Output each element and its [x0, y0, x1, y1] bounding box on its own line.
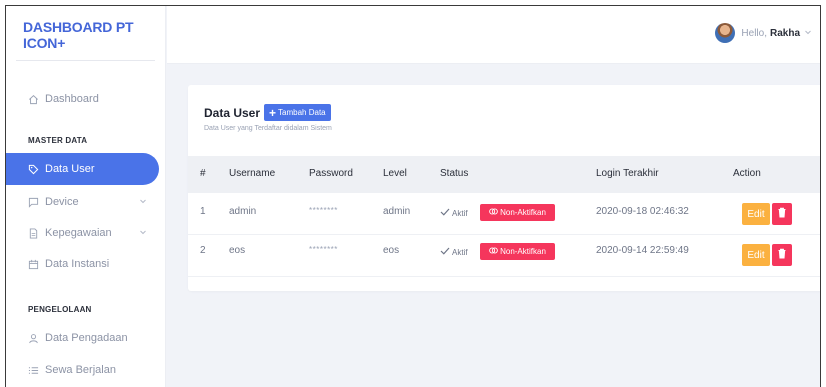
- column-header: Level: [383, 168, 407, 179]
- add-data-button[interactable]: + Tambah Data: [264, 104, 331, 121]
- calendar-icon: [27, 258, 39, 270]
- password-cell: ********: [309, 206, 338, 215]
- sidebar-item-label: Data Pengadaan: [45, 332, 128, 344]
- sidebar-item-sewa-berjalan[interactable]: Sewa Berjalan: [6, 354, 159, 386]
- sidebar-item-kepegawaian[interactable]: Kepegawaian: [6, 217, 159, 249]
- level-cell: eos: [383, 245, 400, 256]
- list-icon: [27, 364, 39, 376]
- card-subtitle: Data User yang Terdaftar didalam Sistem: [204, 125, 332, 132]
- card-title: Data User: [204, 105, 261, 120]
- user-name: Rakha: [769, 27, 800, 39]
- section-heading-master-data: MASTER DATA: [28, 136, 88, 145]
- level-cell: admin: [383, 206, 411, 217]
- check-icon: [440, 208, 450, 218]
- row-number: 2: [200, 245, 206, 256]
- sidebar-item-data-pengadaan[interactable]: Data Pengadaan: [6, 322, 159, 354]
- check-icon: [440, 247, 450, 257]
- plus-icon: +: [269, 105, 277, 120]
- trash-icon: [777, 246, 787, 264]
- status-aktif[interactable]: Aktif: [440, 247, 468, 257]
- app-window: DASHBOARD PT ICON+ Dashboard MASTER DATA…: [5, 5, 821, 387]
- column-header: Username: [229, 168, 276, 179]
- brand-logo-text[interactable]: DASHBOARD PT ICON+: [23, 19, 165, 51]
- column-header: #: [200, 168, 206, 179]
- table-header: [188, 156, 820, 193]
- sidebar: DASHBOARD PT ICON+ Dashboard MASTER DATA…: [6, 6, 166, 387]
- power-icon: [489, 207, 498, 218]
- trash-icon: [777, 205, 787, 223]
- sidebar-item-data-user[interactable]: Data User: [6, 153, 159, 185]
- edit-button[interactable]: Edit: [742, 203, 770, 225]
- login-cell: 2020-09-18 02:46:32: [596, 206, 689, 217]
- divider: [16, 60, 155, 61]
- column-header: Password: [309, 168, 353, 179]
- deactivate-button[interactable]: Non-Aktifkan: [480, 204, 555, 221]
- username-cell: admin: [229, 206, 257, 217]
- sidebar-item-label: Sewa Berjalan: [45, 364, 116, 376]
- deactivate-label: Non-Aktifkan: [500, 247, 546, 256]
- password-cell: ********: [309, 245, 338, 254]
- home-icon: [27, 93, 39, 105]
- document-icon: [27, 227, 39, 239]
- column-header: Login Terakhir: [596, 168, 659, 179]
- chevron-down-icon: [139, 196, 147, 208]
- edit-button[interactable]: Edit: [742, 244, 770, 266]
- column-header: Action: [733, 168, 761, 179]
- column-header: Status: [440, 168, 469, 179]
- data-user-card: Data User + Tambah Data Data User yang T…: [188, 85, 820, 291]
- deactivate-label: Non-Aktifkan: [500, 208, 546, 217]
- delete-button[interactable]: [772, 244, 792, 266]
- add-data-label: Tambah Data: [278, 108, 326, 117]
- sidebar-item-label: Dashboard: [45, 93, 99, 105]
- tag-icon: [27, 163, 39, 175]
- chat-square-icon: [27, 196, 39, 208]
- login-cell: 2020-09-14 22:59:49: [596, 245, 689, 256]
- avatar[interactable]: [715, 23, 736, 43]
- sidebar-item-data-instansi[interactable]: Data Instansi: [6, 248, 159, 280]
- user-menu[interactable]: Hello, Rakha: [715, 23, 812, 43]
- chevron-down-icon: [804, 28, 812, 38]
- greeting-text: Hello,: [741, 27, 767, 39]
- sidebar-item-label: Data User: [45, 163, 95, 175]
- status-label: Aktif: [452, 208, 468, 218]
- sidebar-item-label: Data Instansi: [45, 258, 110, 270]
- row-number: 1: [200, 206, 206, 217]
- sidebar-item-dashboard[interactable]: Dashboard: [6, 83, 159, 115]
- username-cell: eos: [229, 245, 246, 256]
- card-header: Data User + Tambah Data: [204, 104, 331, 121]
- section-heading-pengelolaan: PENGELOLAAN: [28, 305, 92, 314]
- status-label: Aktif: [452, 247, 468, 257]
- user-icon: [27, 332, 39, 344]
- chevron-down-icon: [139, 227, 147, 239]
- status-aktif[interactable]: Aktif: [440, 208, 468, 218]
- deactivate-button[interactable]: Non-Aktifkan: [480, 243, 555, 260]
- sidebar-item-label: Device: [45, 196, 79, 208]
- delete-button[interactable]: [772, 203, 792, 225]
- sidebar-item-device[interactable]: Device: [6, 186, 159, 218]
- power-icon: [489, 246, 498, 257]
- sidebar-item-label: Kepegawaian: [45, 227, 112, 239]
- topbar: Hello, Rakha: [167, 6, 820, 64]
